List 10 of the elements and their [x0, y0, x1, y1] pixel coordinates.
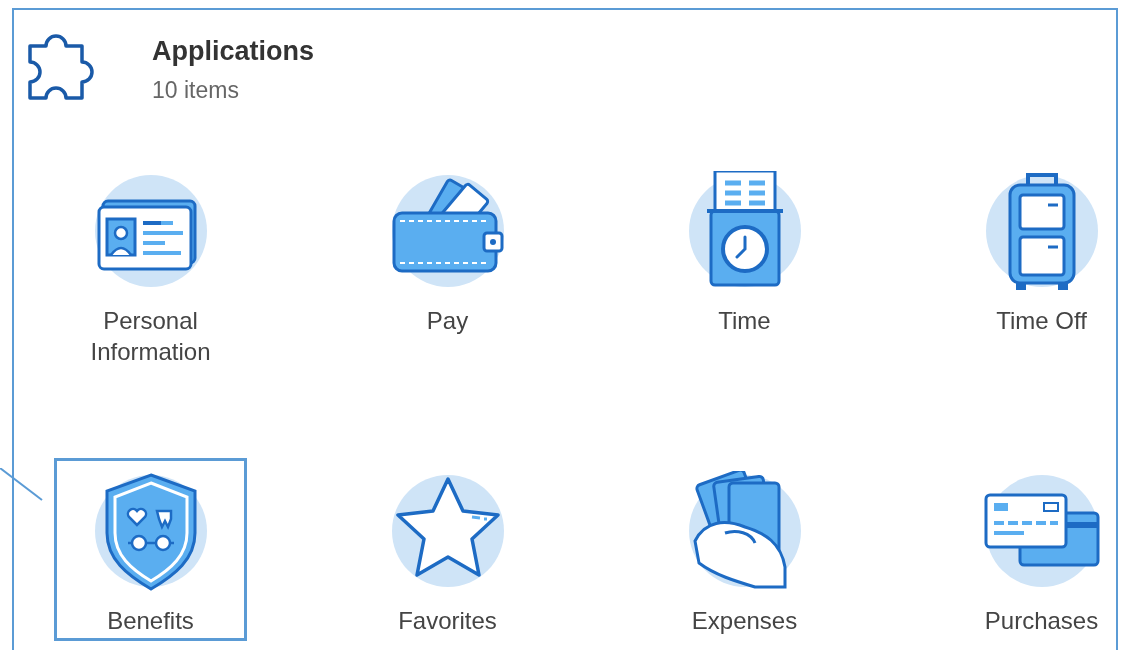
app-tile[interactable]: Time Off	[945, 158, 1125, 341]
app-tile[interactable]: Time	[648, 158, 841, 341]
app-tile[interactable]: Pay	[351, 158, 544, 341]
app-tile[interactable]: Expenses	[648, 458, 841, 641]
app-tile[interactable]: Purchases	[945, 458, 1125, 641]
item-count: 10 items	[152, 77, 240, 104]
app-tile[interactable]: Benefits	[54, 458, 247, 641]
app-tile[interactable]: Personal Information	[54, 158, 247, 370]
section-title: Applications	[152, 36, 314, 67]
app-tile[interactable]: Favorites	[351, 458, 544, 641]
